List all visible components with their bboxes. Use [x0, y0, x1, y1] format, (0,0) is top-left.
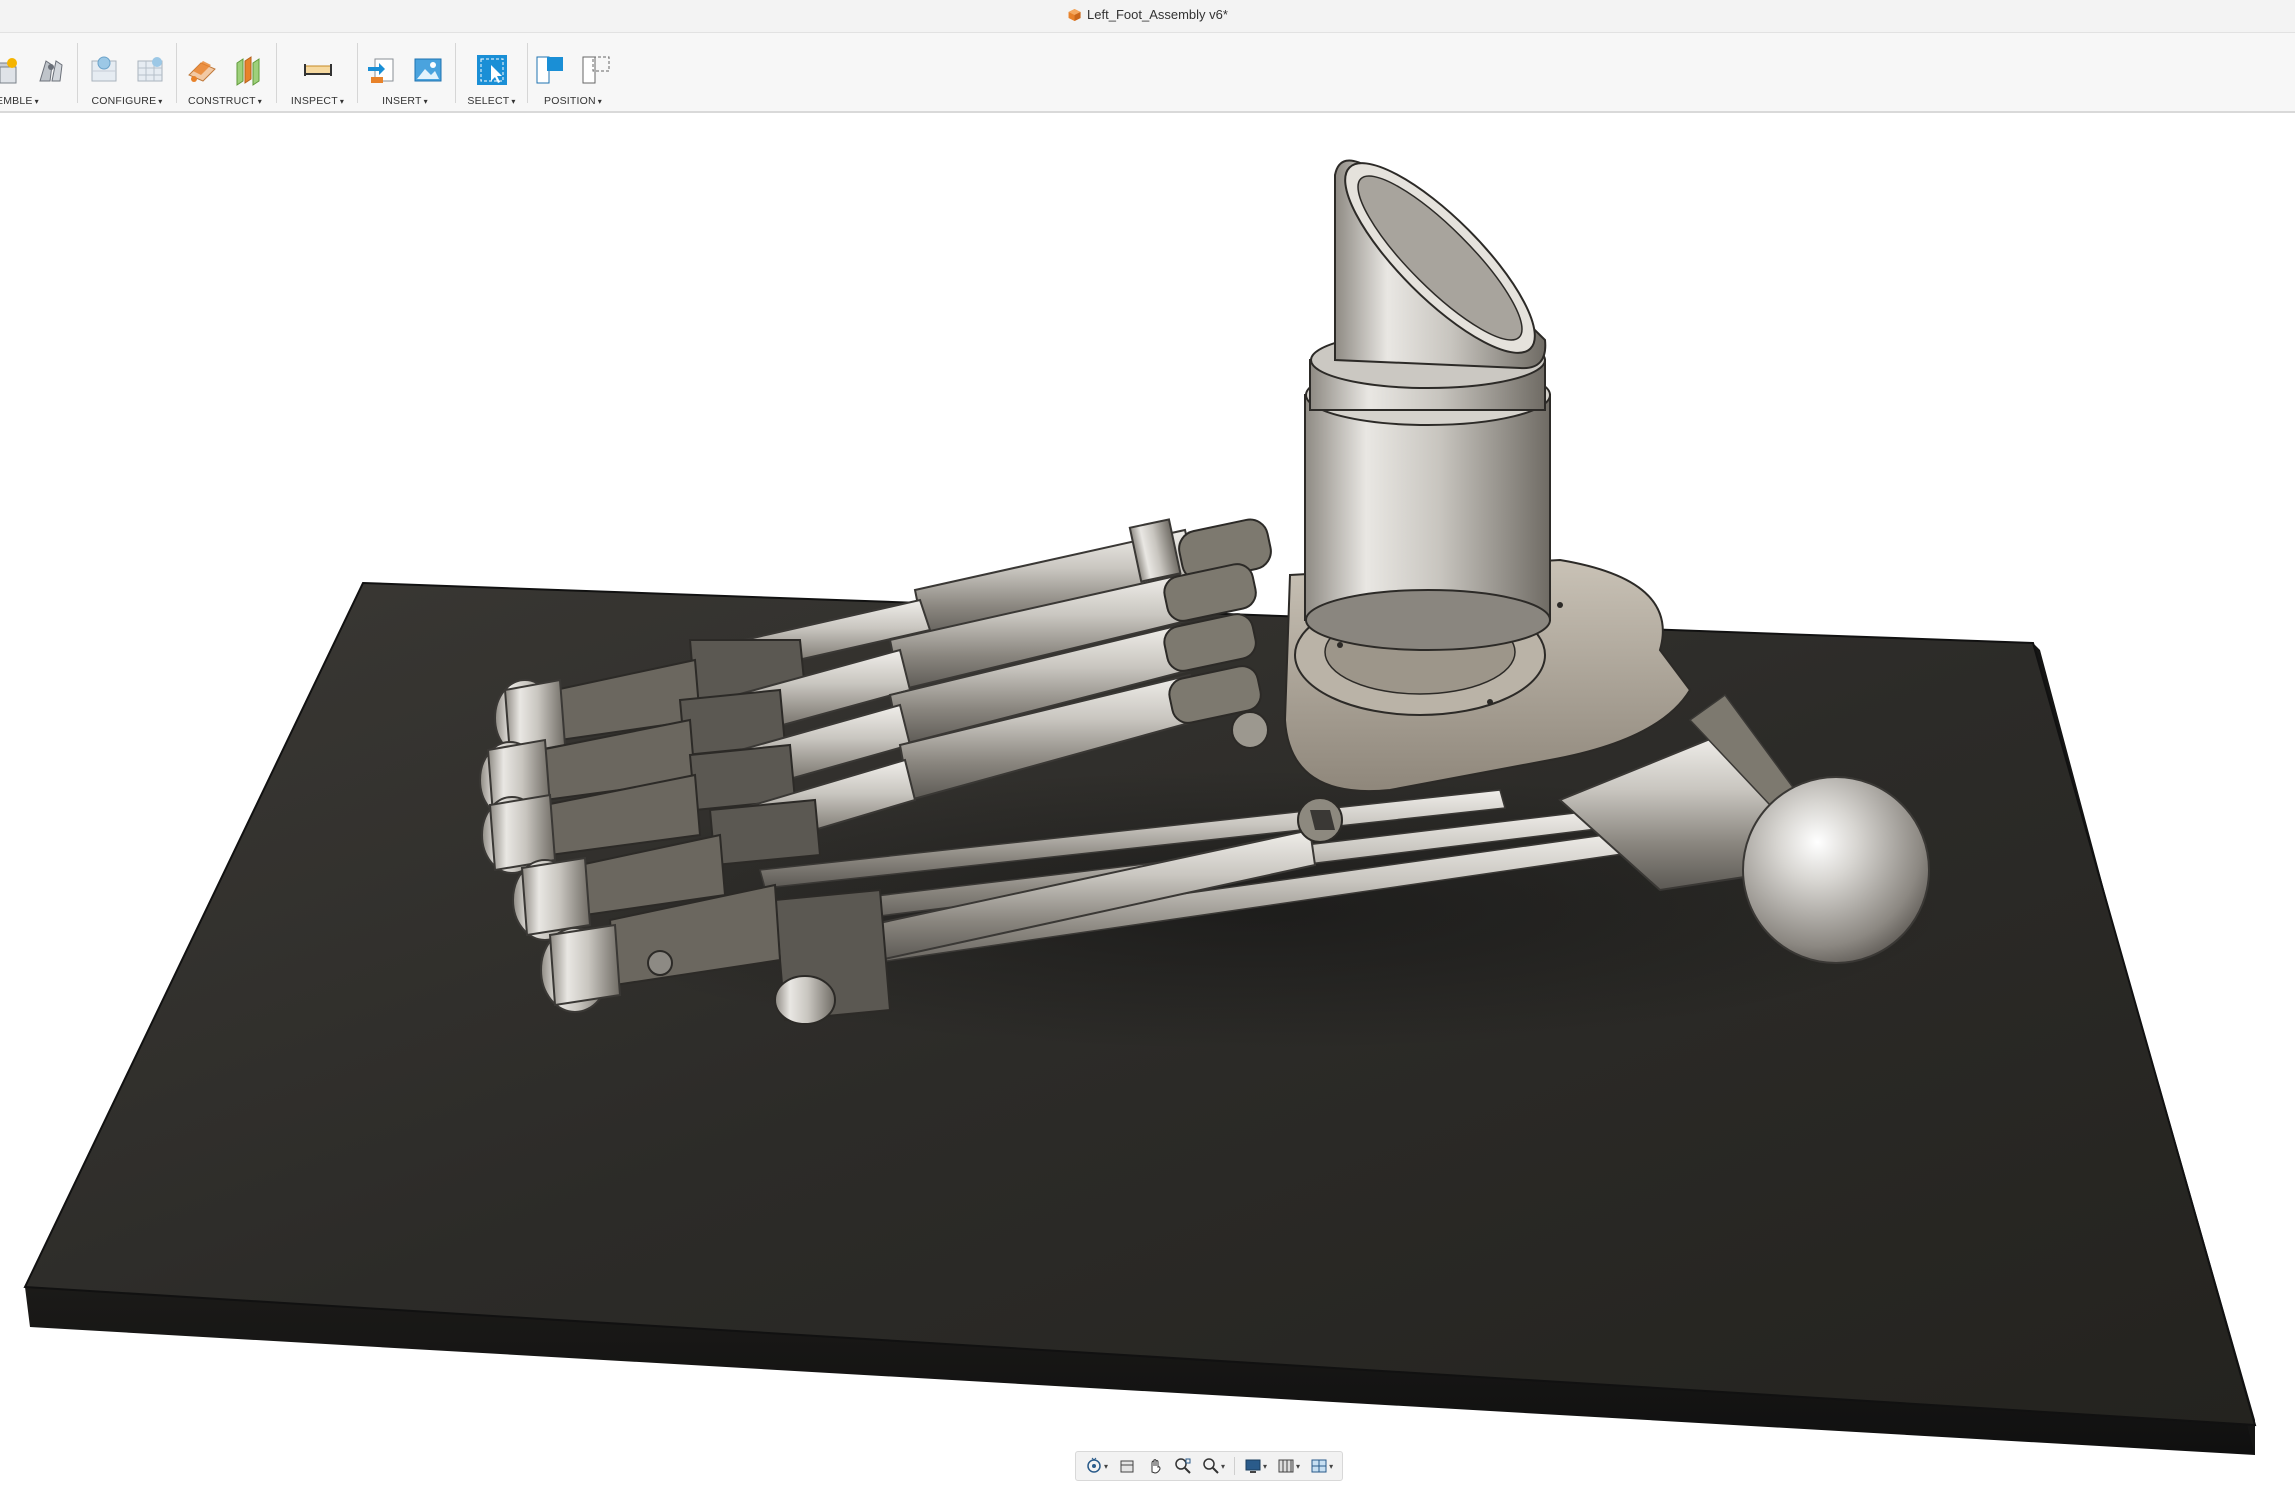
toolbar-divider: [77, 43, 78, 103]
toolbar-group-select[interactable]: SELECT ▾: [458, 33, 525, 111]
select-icon[interactable]: [475, 53, 509, 87]
toolbar-group-configure[interactable]: CONFIGURE ▾: [82, 33, 172, 111]
navbar-divider: [1234, 1457, 1236, 1475]
toolbar-label-inspect: INSPECT: [290, 95, 338, 107]
navigation-bar: ▾ ▾ ▾ ▾ ▾: [1075, 1451, 1344, 1481]
toolbar-label-insert: INSERT: [382, 95, 422, 107]
toolbar-group-inspect[interactable]: INSPECT ▾: [280, 33, 355, 111]
orbit-icon[interactable]: ▾: [1082, 1457, 1111, 1475]
toolbar-divider: [276, 43, 277, 103]
toolbar-label-configure: CONFIGURE: [91, 95, 157, 107]
revert-position-icon[interactable]: [579, 53, 613, 87]
toolbar-label-position: POSITION: [544, 95, 596, 107]
midplane-icon[interactable]: [231, 53, 265, 87]
toolbar-divider: [357, 43, 358, 103]
toolbar-group-assemble[interactable]: EMBLE▾: [0, 33, 70, 111]
toolbar-group-construct[interactable]: CONSTRUCT ▾: [180, 33, 270, 111]
insert-derive-icon[interactable]: [365, 53, 399, 87]
capture-position-icon[interactable]: [533, 53, 567, 87]
ribbon-toolbar: EMBLE▾ CONFIGURE▾ CONSTRUCT▾: [0, 33, 2295, 113]
zoom-fit-icon[interactable]: [1171, 1457, 1195, 1475]
joint-icon[interactable]: [34, 53, 68, 87]
configure-grid-icon[interactable]: [133, 53, 167, 87]
display-settings-icon[interactable]: ▾: [1241, 1457, 1270, 1475]
ankle-socket[interactable]: [1304, 139, 1559, 651]
viewports-icon[interactable]: ▾: [1307, 1457, 1336, 1475]
measure-icon[interactable]: [301, 53, 335, 87]
document-icon: [1067, 8, 1081, 22]
toolbar-label-construct: CONSTRUCT: [188, 95, 256, 107]
insert-image-icon[interactable]: [411, 53, 445, 87]
look-at-icon[interactable]: [1115, 1457, 1139, 1475]
toolbar-label-assemble: EMBLE: [0, 95, 33, 107]
new-component-icon[interactable]: [0, 53, 22, 87]
pan-icon[interactable]: [1143, 1457, 1167, 1475]
toolbar-group-position[interactable]: POSITION ▾: [530, 33, 616, 111]
toolbar-label-select: SELECT: [467, 95, 510, 107]
toolbar-divider: [527, 43, 528, 103]
assembly-model[interactable]: [0, 113, 2295, 1485]
zoom-icon[interactable]: ▾: [1199, 1457, 1228, 1475]
document-title: Left_Foot_Assembly v6*: [1067, 7, 1228, 22]
offset-plane-icon[interactable]: [185, 53, 219, 87]
toolbar-divider: [176, 43, 177, 103]
toolbar-group-insert[interactable]: INSERT ▾: [360, 33, 450, 111]
toolbar-divider: [455, 43, 456, 103]
title-bar: Left_Foot_Assembly v6*: [0, 0, 2295, 33]
document-title-text: Left_Foot_Assembly v6*: [1087, 7, 1228, 22]
grid-settings-icon[interactable]: ▾: [1274, 1457, 1303, 1475]
heel-ball[interactable]: [1742, 776, 1930, 964]
canvas-viewport[interactable]: [0, 113, 2295, 1485]
configure-table-icon[interactable]: [87, 53, 121, 87]
